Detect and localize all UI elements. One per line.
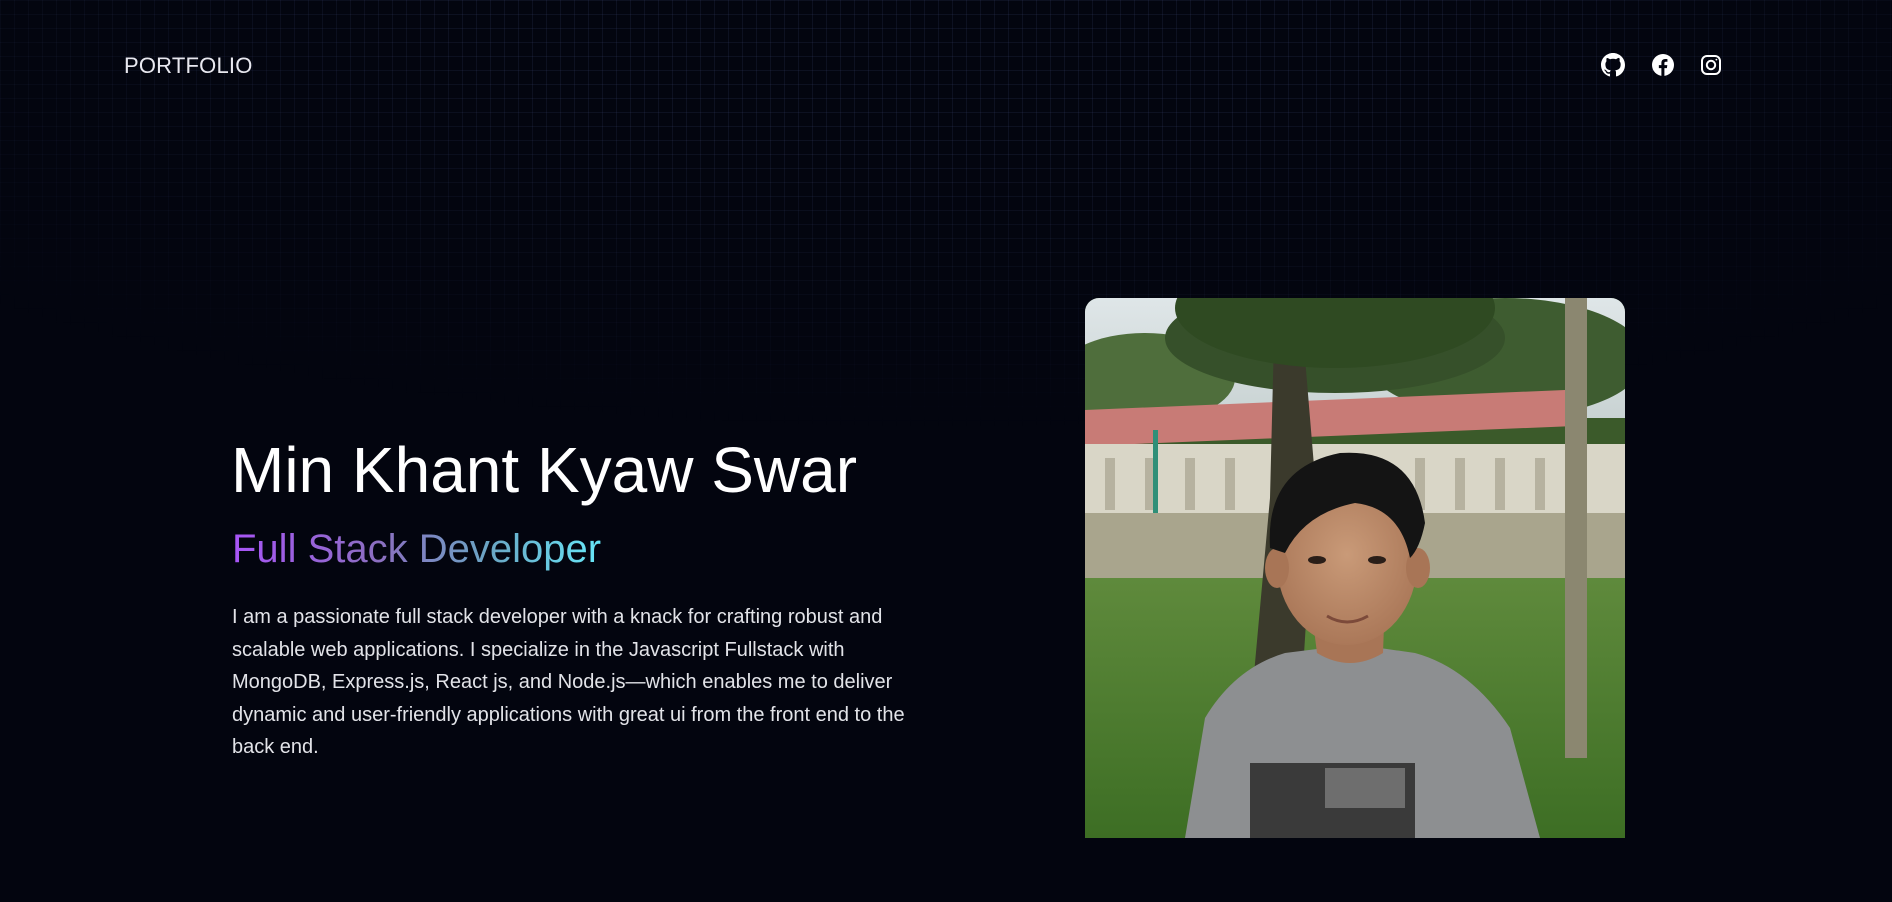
profile-photo (1085, 298, 1625, 838)
github-icon (1601, 53, 1625, 77)
github-link[interactable] (1601, 53, 1625, 77)
facebook-link[interactable] (1651, 53, 1675, 77)
logo-link[interactable]: PORTFOLIO (124, 53, 253, 79)
facebook-icon (1651, 53, 1675, 77)
instagram-link[interactable] (1699, 53, 1723, 77)
hero-description: I am a passionate full stack developer w… (232, 606, 905, 758)
hero-name: Min Khant Kyaw Swar (231, 434, 858, 506)
hero-role: Full Stack Developer (232, 524, 601, 574)
instagram-icon (1699, 53, 1723, 77)
site-header: PORTFOLIO (0, 0, 1892, 130)
